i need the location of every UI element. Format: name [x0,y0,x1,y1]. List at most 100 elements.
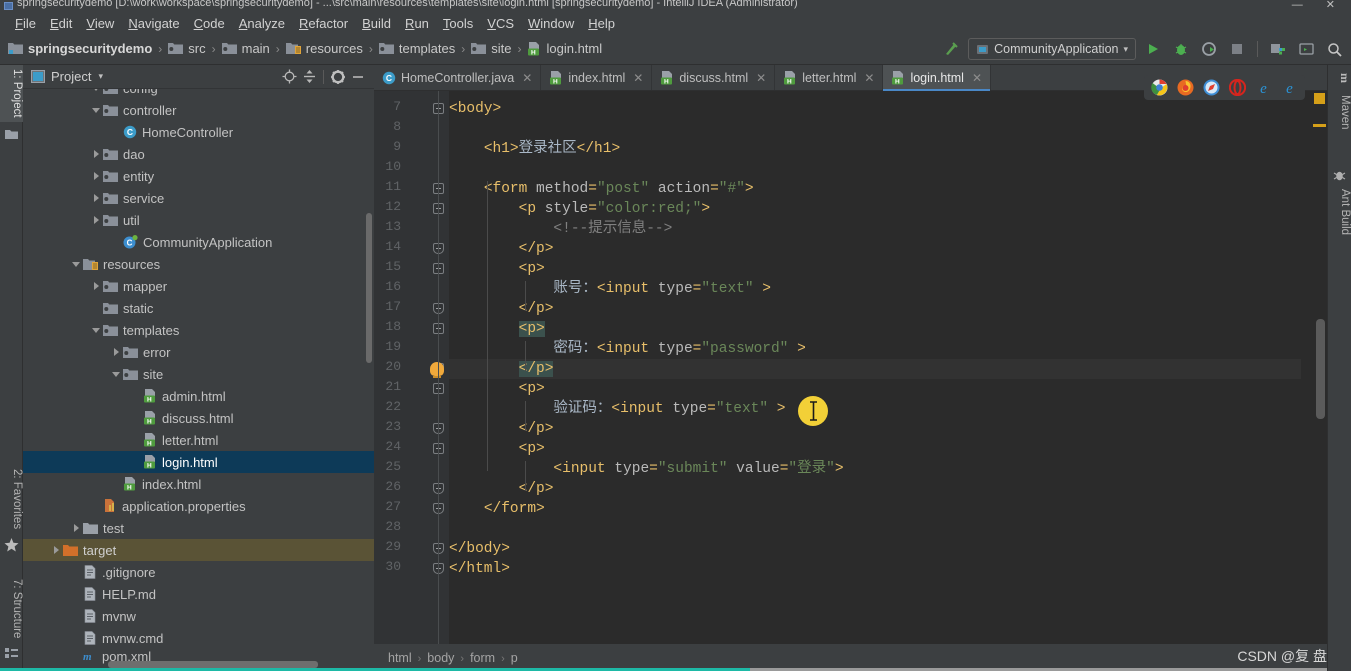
browser-preview-bar[interactable]: ee [1144,75,1305,100]
tree-item-mvnw[interactable]: mvnw [23,605,374,627]
menu-item-edit[interactable]: Edit [43,15,79,32]
menu-item-vcs[interactable]: VCS [480,15,521,32]
tree-item-entity[interactable]: entity [23,165,374,187]
debug-button[interactable] [1170,38,1192,60]
chevron-right-icon[interactable] [89,150,103,158]
tree-item-target[interactable]: target [23,539,374,561]
editor-tab-discuss-html[interactable]: Hdiscuss.html ✕ [652,65,776,90]
code-line-19[interactable]: 密码：<input type="password" > [449,339,805,359]
breadcrumb-item-p[interactable]: p [511,651,518,665]
sidebar-tab-maven[interactable]: Maven [1327,91,1351,134]
code-line-24[interactable]: <p> [449,439,545,459]
code-line-27[interactable]: </form> [449,499,545,519]
project-tree-scrollbar[interactable] [366,213,372,363]
edge-icon[interactable]: e [1281,79,1298,97]
editor-tab-letter-html[interactable]: Hletter.html ✕ [775,65,884,90]
tree-item-util[interactable]: util [23,209,374,231]
tree-item-communityapplication[interactable]: C CommunityApplication [23,231,374,253]
tree-item-config[interactable]: config [23,89,374,99]
chevron-down-icon[interactable] [69,261,83,267]
run-configuration-selector[interactable]: CommunityApplication ▾ [968,38,1136,60]
navbar-crumb-main[interactable]: main [221,41,270,56]
code-line-20[interactable]: </p> [449,359,554,379]
breadcrumb-item-html[interactable]: html [388,651,412,665]
ie-icon[interactable]: e [1255,79,1272,97]
tree-item-site[interactable]: site [23,363,374,385]
code-line-7[interactable]: <body> [449,99,501,119]
chevron-right-icon[interactable] [89,172,103,180]
editor-tab-index-html[interactable]: Hindex.html ✕ [541,65,653,90]
tree-item-static[interactable]: static [23,297,374,319]
menu-item-code[interactable]: Code [187,15,232,32]
tree-item-controller[interactable]: controller [23,99,374,121]
code-line-25[interactable]: <input type="submit" value="登录"> [449,459,843,479]
chevron-right-icon[interactable] [89,216,103,224]
gear-icon[interactable] [328,67,348,87]
code-line-29[interactable]: </body> [449,539,510,559]
tree-item-resources[interactable]: resources [23,253,374,275]
window-controls[interactable]: — ✕ [1292,0,1345,11]
breadcrumb-item-body[interactable]: body [427,651,454,665]
code-line-15[interactable]: <p> [449,259,545,279]
code-line-9[interactable]: <h1>登录社区</h1> [449,139,620,159]
tree-item-index-html[interactable]: Hindex.html [23,473,374,495]
tree-item-application-properties[interactable]: application.properties [23,495,374,517]
warning-stripe-marker[interactable] [1313,124,1326,127]
chevron-right-icon[interactable] [69,524,83,532]
navbar-crumb-src[interactable]: src [168,41,206,56]
menu-item-analyze[interactable]: Analyze [232,15,292,32]
project-tree[interactable]: config controller C HomeController dao entity… [23,89,374,671]
navbar-crumb-springsecuritydemo[interactable]: springsecuritydemo [8,41,152,56]
menu-item-navigate[interactable]: Navigate [121,15,186,32]
code-line-26[interactable]: </p> [449,479,554,499]
chevron-down-icon[interactable] [109,371,123,377]
breadcrumb-item-form[interactable]: form [470,651,495,665]
tree-item-dao[interactable]: dao [23,143,374,165]
editor-tab-homecontroller-java[interactable]: C HomeController.java ✕ [374,65,542,90]
firefox-icon[interactable] [1177,79,1194,96]
run-with-coverage-button[interactable] [1198,38,1220,60]
chevron-right-icon[interactable] [49,546,63,554]
sidebar-tab-project[interactable]: 1: Project [0,65,23,122]
editor-scrollbar[interactable] [1313,91,1327,644]
close-icon[interactable]: ✕ [972,71,982,85]
code-line-11[interactable]: <form method="post" action="#"> [449,179,754,199]
code-line-16[interactable]: 账号：<input type="text" > [449,279,771,299]
search-everywhere-button[interactable] [1323,38,1345,60]
tree-item-mapper[interactable]: mapper [23,275,374,297]
tree-item-service[interactable]: service [23,187,374,209]
sidebar-tab-favorites[interactable]: 2: Favorites [0,465,23,533]
navbar-crumb-login-html[interactable]: Hlogin.html [527,41,602,56]
code-line-30[interactable]: </html> [449,559,510,579]
menu-item-file[interactable]: File [8,15,43,32]
intention-bulb-icon[interactable] [430,362,444,378]
tree-item-mvnw-cmd[interactable]: mvnw.cmd [23,627,374,649]
tree-item-error[interactable]: error [23,341,374,363]
chevron-right-icon[interactable] [89,282,103,290]
sidebar-tab-structure[interactable]: 7: Structure [0,575,23,642]
menu-item-run[interactable]: Run [398,15,436,32]
chevron-down-icon[interactable] [89,107,103,113]
code-line-23[interactable]: </p> [449,419,554,439]
menu-item-tools[interactable]: Tools [436,15,480,32]
breadcrumb[interactable]: html › body › form › p [388,651,518,665]
collapse-all-button[interactable] [299,67,319,87]
menu-item-build[interactable]: Build [355,15,398,32]
tree-item-letter-html[interactable]: Hletter.html [23,429,374,451]
navbar-crumb-resources[interactable]: resources [285,41,363,56]
chevron-down-icon[interactable] [89,89,103,91]
code-line-12[interactable]: <p style="color:red;"> [449,199,710,219]
editor-tab-login-html[interactable]: Hlogin.html ✕ [883,65,992,91]
opera-icon[interactable] [1228,78,1247,97]
code-line-18[interactable]: <p> [449,319,545,339]
menu-item-window[interactable]: Window [521,15,581,32]
code-line-21[interactable]: <p> [449,379,545,399]
safari-icon[interactable] [1203,79,1220,96]
tree-item-login-html[interactable]: Hlogin.html [23,451,374,473]
menu-item-help[interactable]: Help [581,15,622,32]
editor-scrollbar-thumb[interactable] [1316,319,1325,419]
code-line-17[interactable]: </p> [449,299,554,319]
tree-item-test[interactable]: test [23,517,374,539]
chevron-right-icon[interactable] [109,348,123,356]
run-button[interactable] [1142,38,1164,60]
